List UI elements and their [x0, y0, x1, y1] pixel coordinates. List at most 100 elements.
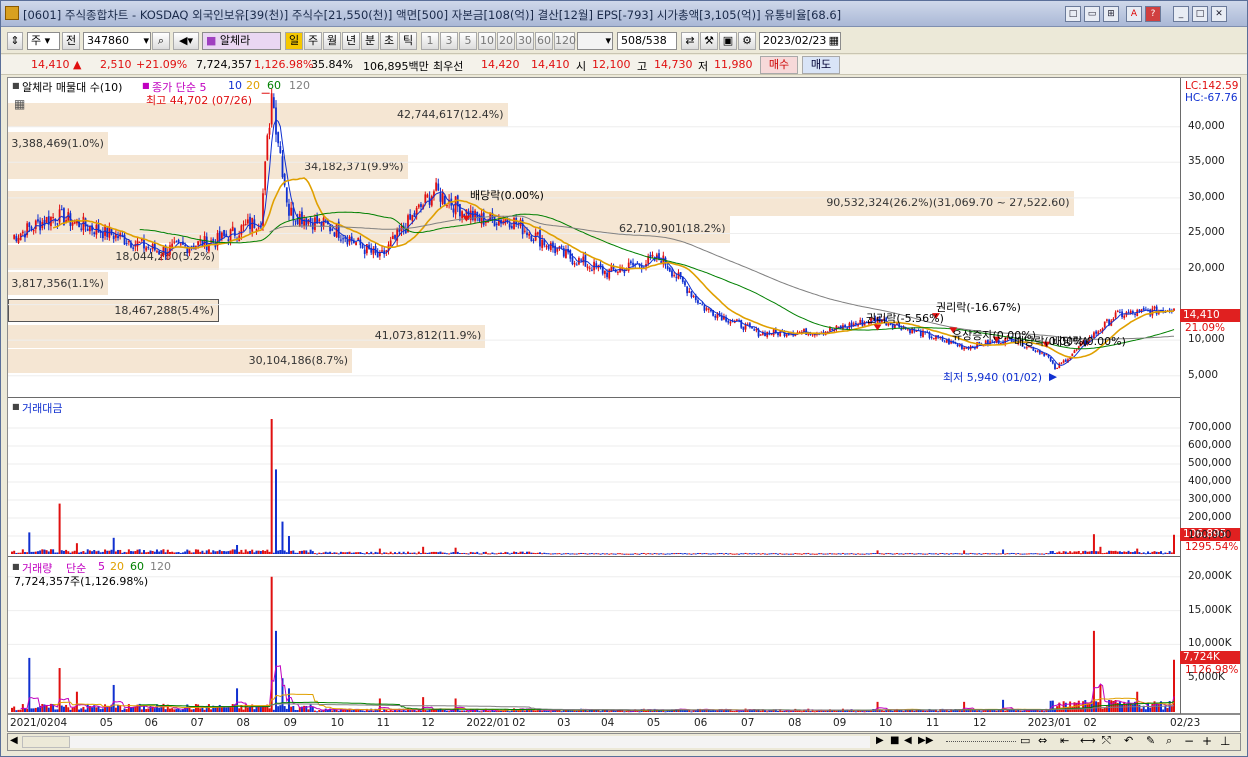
amount-bar: [292, 550, 295, 554]
amount-bar: [149, 550, 152, 554]
pane-separator-1[interactable]: [8, 397, 1180, 398]
fast-forward-icon[interactable]: ▶▶: [918, 735, 933, 746]
interval-60[interactable]: 60: [535, 32, 553, 50]
period-second[interactable]: 초: [380, 32, 398, 50]
link-chart-icon[interactable]: ⤲: [1102, 734, 1111, 748]
period-minute[interactable]: 분: [361, 32, 379, 50]
period-day[interactable]: 일: [285, 32, 303, 50]
volume-bar: [445, 710, 448, 712]
period-year[interactable]: 년: [342, 32, 360, 50]
code-dropdown-icon[interactable]: ▾: [143, 33, 149, 49]
custom-interval-select[interactable]: ▾: [577, 32, 613, 50]
save-icon[interactable]: ▣: [719, 32, 737, 50]
price-candle: [705, 308, 708, 310]
market-select[interactable]: 주 ▾: [27, 32, 60, 50]
amount-bar: [374, 551, 377, 554]
amount-bar: [101, 551, 104, 554]
pan-icon[interactable]: ⇔: [1038, 734, 1047, 747]
interval-5[interactable]: 5: [459, 32, 477, 50]
period-tick[interactable]: 틱: [399, 32, 417, 50]
calendar-icon[interactable]: ▦: [829, 33, 839, 49]
sound-icon[interactable]: ◀▾: [173, 32, 199, 50]
font-icon[interactable]: A: [1126, 6, 1142, 22]
amount-bar: [88, 550, 91, 554]
crosshair-icon[interactable]: ⟷: [1080, 734, 1096, 747]
zoom-area-icon[interactable]: ▭: [1020, 734, 1030, 747]
change-rate: +21.09%: [136, 58, 188, 71]
interval-10[interactable]: 10: [478, 32, 496, 50]
stock-code-input[interactable]: 347860 ▾: [83, 32, 151, 50]
stock-select-icon[interactable]: ⇕: [7, 32, 23, 50]
volume-bar: [480, 711, 483, 713]
x-tick-label: 09: [283, 717, 297, 729]
minimize-panel-icon[interactable]: ▭: [1084, 6, 1100, 22]
zoom-out-icon[interactable]: −: [1184, 734, 1194, 748]
amount-bar: [249, 550, 252, 554]
amount-bar: [859, 553, 862, 555]
volume-bar: [249, 706, 252, 712]
minimize-button[interactable]: _: [1173, 6, 1189, 22]
data-count-field[interactable]: 508/538: [617, 32, 677, 50]
help-icon[interactable]: ?: [1145, 6, 1161, 22]
volume-bar: [1101, 708, 1104, 712]
volume-bar: [259, 706, 262, 712]
amount-bar: [699, 553, 702, 555]
scroll-bar[interactable]: ◀ ▶ ■ ◀ ▶▶ ▭ ⇔ ⇤ ⟷ ⤲ ↶ ✎ ⌕ − + ⊥: [7, 733, 1241, 751]
buy-button[interactable]: 매수: [760, 56, 798, 74]
date-input[interactable]: 2023/02/23 ▦: [759, 32, 841, 50]
amount-bar: [564, 553, 567, 555]
fit-icon[interactable]: ⇤: [1060, 734, 1069, 747]
restore-panel-icon[interactable]: ⊞: [1103, 6, 1119, 22]
price-candle: [616, 271, 619, 273]
grid-toggle-icon[interactable]: ▦: [14, 97, 25, 111]
price-candle: [80, 228, 83, 230]
tool-icon[interactable]: ⇄: [681, 32, 699, 50]
price-candle: [17, 237, 20, 243]
period-month[interactable]: 월: [323, 32, 341, 50]
stock-name-field[interactable]: ■ 알체라: [202, 32, 281, 50]
amount-bar: [850, 553, 853, 555]
compare-icon[interactable]: ⚒: [700, 32, 718, 50]
zoom-search-icon[interactable]: ⌕: [1166, 734, 1172, 748]
link-icon[interactable]: □: [1065, 6, 1081, 22]
pane-separator-2[interactable]: [8, 556, 1180, 557]
amount-bar: [54, 552, 57, 554]
speed-slider[interactable]: [946, 741, 1016, 743]
volume-bar: [731, 710, 734, 712]
scroll-track[interactable]: [70, 736, 870, 748]
maximize-button[interactable]: □: [1192, 6, 1208, 22]
volume-bar: [1121, 704, 1124, 712]
interval-1[interactable]: 1: [421, 32, 439, 50]
interval-30[interactable]: 30: [516, 32, 534, 50]
volume-bar: [811, 710, 814, 712]
amount-bar: [465, 553, 468, 555]
amount-bar: [1095, 551, 1098, 554]
period-week[interactable]: 주: [304, 32, 322, 50]
amount-bar: [508, 553, 511, 555]
search-icon[interactable]: ⌕: [152, 32, 170, 50]
scroll-left-icon[interactable]: ◀: [10, 735, 18, 746]
amount-bar: [649, 553, 652, 555]
zoom-in-icon[interactable]: +: [1202, 734, 1212, 748]
amount-bar: [655, 553, 658, 555]
sell-button[interactable]: 매도: [802, 56, 840, 74]
scroll-thumb[interactable]: [22, 736, 70, 748]
draw-icon[interactable]: ✎: [1146, 734, 1155, 747]
prev-button[interactable]: 전: [62, 32, 80, 50]
amount-bar: [448, 553, 451, 555]
interval-120[interactable]: 120: [554, 32, 576, 50]
stop-icon[interactable]: ■: [890, 735, 899, 746]
volume-bar: [396, 710, 399, 712]
close-button[interactable]: ✕: [1211, 6, 1227, 22]
amount-bar: [229, 550, 232, 554]
undo-icon[interactable]: ↶: [1124, 734, 1133, 747]
play-icon[interactable]: ▶: [876, 735, 884, 746]
zoom-reset-icon[interactable]: ⊥: [1220, 734, 1230, 748]
interval-20[interactable]: 20: [497, 32, 515, 50]
price-candle: [363, 249, 366, 254]
step-back-icon[interactable]: ◀: [904, 735, 912, 746]
settings-icon[interactable]: ⚙: [738, 32, 756, 50]
chart-area[interactable]: 42,744,617(12.4%) 3,388,469(1.0%) 34,182,3…: [7, 77, 1241, 714]
volume-bar: [1049, 700, 1052, 712]
interval-3[interactable]: 3: [440, 32, 458, 50]
